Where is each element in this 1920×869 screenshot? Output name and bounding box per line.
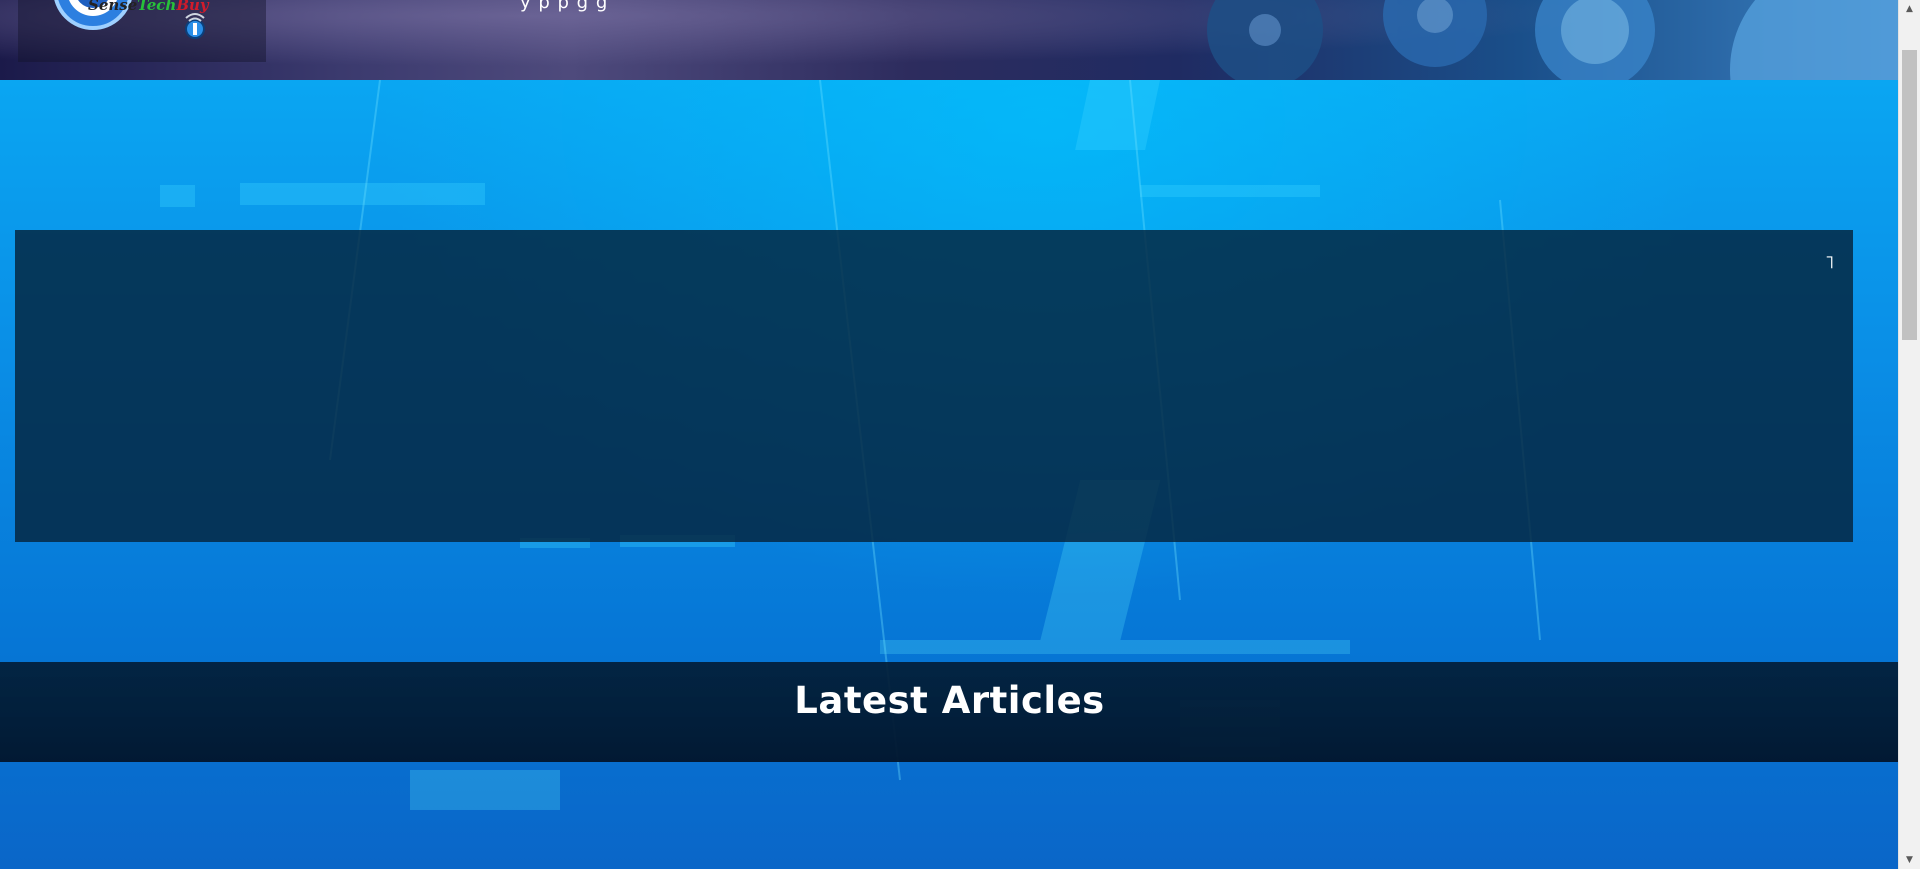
scroll-up-arrow-icon[interactable]: ▲ (1899, 0, 1920, 18)
scroll-down-arrow-icon[interactable]: ▼ (1899, 851, 1920, 869)
top-nav-text[interactable]: y p p g g (520, 0, 608, 13)
wifi-badge-icon (185, 13, 205, 39)
scroll-thumb[interactable] (1902, 50, 1917, 340)
slider-panel: ˥ (15, 230, 1853, 542)
site-header: SenseTechBuy y p p g g (0, 0, 1899, 80)
latest-articles-heading: Latest Articles (794, 678, 1105, 722)
page-scrollbar[interactable]: ▲ ▼ (1898, 0, 1920, 869)
latest-articles-band: Latest Articles (0, 662, 1899, 762)
logo-text-part-2: Tech (137, 0, 177, 14)
gears-icon (1207, 0, 1899, 80)
logo-text-part-1: Sense (88, 0, 138, 14)
hero-section: ˥ Latest Articles (0, 80, 1899, 869)
panel-corner-glyph: ˥ (1824, 252, 1835, 273)
